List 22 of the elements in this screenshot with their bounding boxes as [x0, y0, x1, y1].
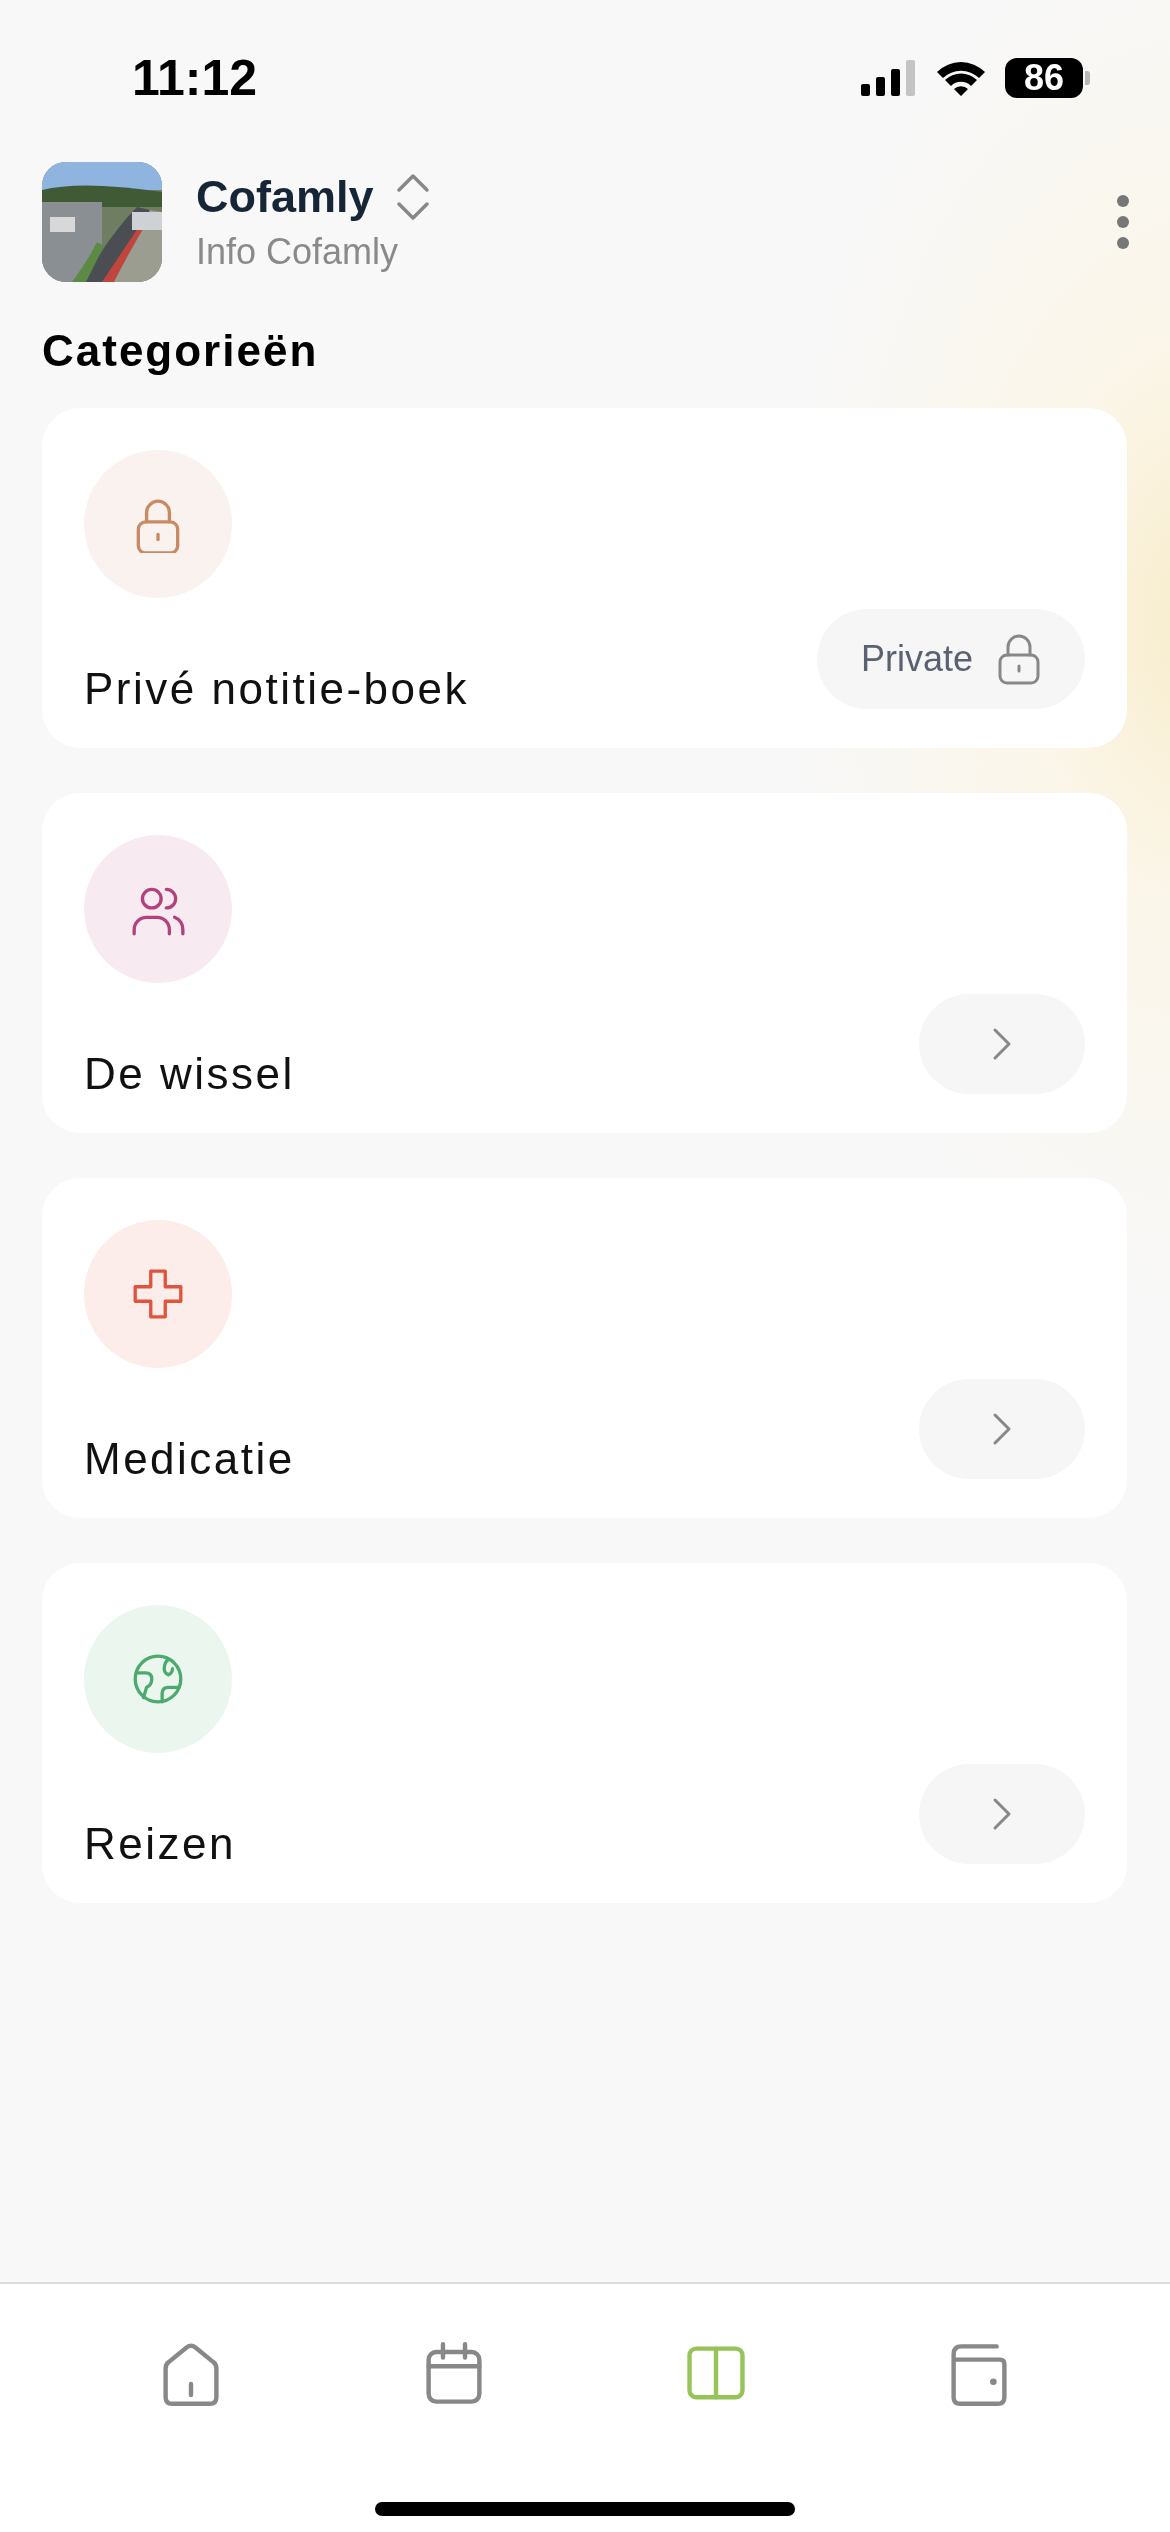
category-card[interactable]: De wissel — [42, 793, 1127, 1133]
lock-icon — [997, 633, 1041, 685]
category-title: De wissel — [84, 1048, 295, 1099]
more-menu-icon[interactable] — [1116, 194, 1130, 250]
category-title: Medicatie — [84, 1433, 295, 1484]
chevron-right-icon — [991, 1411, 1013, 1447]
battery-level: 86 — [1005, 58, 1090, 98]
chevron-right-icon — [991, 1796, 1013, 1832]
status-time: 11:12 — [132, 49, 258, 107]
wifi-icon — [935, 59, 987, 97]
category-card[interactable]: Privé notitie-boek Private — [42, 408, 1127, 748]
category-title: Reizen — [84, 1818, 236, 1869]
category-title: Privé notitie-boek — [84, 663, 469, 714]
category-card[interactable]: Medicatie — [42, 1178, 1127, 1518]
section-heading: Categorieën — [42, 326, 320, 376]
switch-chevrons-icon[interactable] — [395, 172, 430, 222]
chevron-right-icon — [991, 1026, 1013, 1062]
category-card[interactable]: Reizen — [42, 1563, 1127, 1903]
family-name: Cofamly — [196, 171, 374, 223]
private-badge[interactable]: Private — [816, 609, 1085, 709]
family-subtitle: Info Cofamly — [196, 231, 400, 273]
signal-icon — [861, 60, 917, 96]
